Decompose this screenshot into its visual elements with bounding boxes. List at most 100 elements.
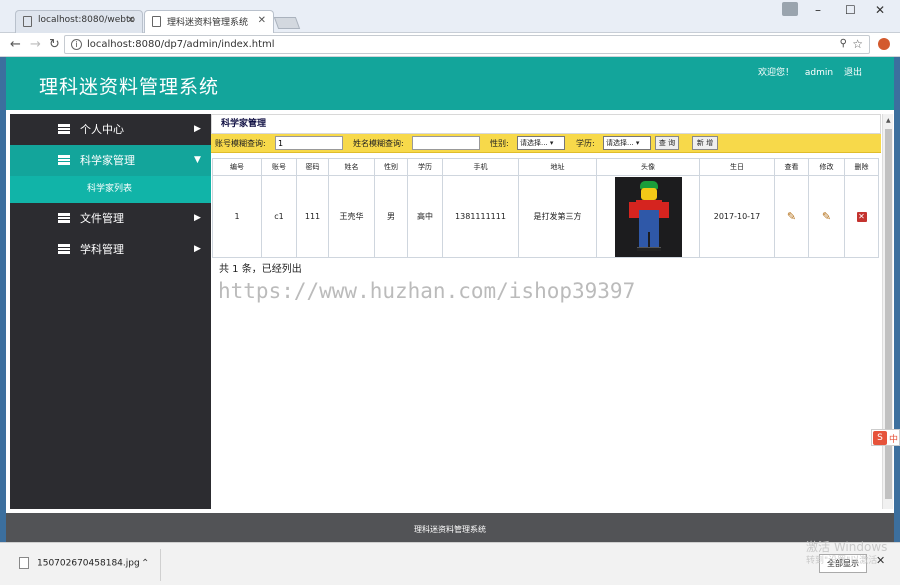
address-bar: ← → ↻ i localhost:8080/dp7/admin/index.h… bbox=[0, 33, 900, 57]
star-icon[interactable]: ☆ bbox=[852, 37, 863, 51]
cell-name: 王壳华 bbox=[328, 175, 375, 258]
cell-edit: ✎ bbox=[808, 175, 845, 258]
cell-address: 是打发第三方 bbox=[518, 175, 597, 258]
chevron-down-icon: ▼ bbox=[194, 155, 201, 165]
welcome-text: 欢迎您！ bbox=[758, 68, 795, 78]
column-header: 修改 bbox=[808, 158, 845, 176]
gender-select[interactable]: 请选择... ▾ bbox=[517, 136, 565, 150]
edit-pencil-icon[interactable]: ✎ bbox=[822, 210, 831, 223]
profile-icon[interactable] bbox=[782, 2, 798, 16]
column-header: 编号 bbox=[212, 158, 262, 176]
column-header: 手机 bbox=[442, 158, 519, 176]
app-title: 理科迷资料管理系统 bbox=[39, 76, 220, 98]
column-header: 删除 bbox=[844, 158, 879, 176]
sidebar-item-label: 学科管理 bbox=[80, 243, 124, 256]
sidebar-item-personal[interactable]: 个人中心 ▶ bbox=[10, 114, 211, 145]
sidebar-item-subjects[interactable]: 学科管理 ▶ bbox=[10, 234, 211, 265]
reload-icon[interactable]: ↻ bbox=[49, 37, 60, 52]
browser-tab-strip: localhost:8080/webto ✕ 理科迷资料管理系统 ✕ – ☐ ✕ bbox=[0, 0, 900, 33]
cell-gender: 男 bbox=[374, 175, 408, 258]
maximize-icon[interactable]: ☐ bbox=[845, 3, 856, 17]
scroll-up-icon[interactable]: ▲ bbox=[886, 117, 891, 124]
sidebar-item-scientists[interactable]: 科学家管理 ▼ bbox=[10, 145, 211, 176]
column-header: 生日 bbox=[699, 158, 775, 176]
image-file-icon bbox=[19, 557, 29, 569]
extension-icon[interactable] bbox=[878, 38, 890, 50]
download-item[interactable]: 150702670458184.jpg bbox=[19, 557, 140, 569]
chevron-right-icon: ▶ bbox=[194, 124, 201, 134]
minimize-icon[interactable]: – bbox=[815, 3, 821, 17]
browser-tab-2[interactable]: 理科迷资料管理系统 ✕ bbox=[144, 10, 274, 33]
table-header-row: 编号 账号 密码 姓名 性别 学历 手机 地址 头像 生日 查看 修改 删除 bbox=[212, 158, 879, 176]
column-header: 密码 bbox=[296, 158, 329, 176]
column-header: 查看 bbox=[774, 158, 809, 176]
avatar bbox=[614, 176, 682, 257]
column-header: 头像 bbox=[596, 158, 700, 176]
column-header: 姓名 bbox=[328, 158, 375, 176]
chevron-right-icon: ▶ bbox=[194, 213, 201, 223]
breadcrumb: 科学家管理 bbox=[211, 114, 881, 134]
forward-icon[interactable]: → bbox=[30, 37, 41, 52]
column-header: 性别 bbox=[374, 158, 408, 176]
cell-phone: 1381111111 bbox=[442, 175, 519, 258]
username-link[interactable]: admin bbox=[805, 68, 833, 78]
account-filter-label: 账号模糊查询: bbox=[215, 139, 266, 148]
add-button[interactable]: 新 增 bbox=[692, 136, 718, 150]
cell-birthday: 2017-10-17 bbox=[699, 175, 775, 258]
sidebar-item-label: 科学家管理 bbox=[80, 154, 135, 167]
close-icon[interactable]: ✕ bbox=[127, 15, 135, 26]
logout-link[interactable]: 退出 bbox=[844, 68, 862, 78]
chevron-up-icon[interactable]: ⌃ bbox=[141, 558, 149, 569]
total-count: 共 1 条，已经列出 bbox=[219, 264, 302, 275]
column-header: 学历 bbox=[407, 158, 443, 176]
delete-icon[interactable]: ✕ bbox=[856, 211, 867, 222]
sidebar-item-files[interactable]: 文件管理 ▶ bbox=[10, 203, 211, 234]
page-scrollbar[interactable]: ▲ bbox=[882, 114, 893, 509]
ime-toolbar[interactable]: S 中 bbox=[871, 429, 900, 446]
activation-title: 激活 Windows bbox=[806, 540, 888, 554]
browser-tab-title: localhost:8080/webto bbox=[38, 15, 136, 25]
url-input[interactable]: i localhost:8080/dp7/admin/index.html ⚲ … bbox=[64, 35, 870, 54]
download-filename: 150702670458184.jpg bbox=[37, 558, 140, 569]
menu-icon bbox=[58, 244, 70, 254]
cell-education: 高中 bbox=[407, 175, 443, 258]
cell-avatar bbox=[596, 175, 700, 258]
info-icon[interactable]: i bbox=[71, 39, 82, 50]
query-button[interactable]: 查 询 bbox=[655, 136, 679, 150]
sogou-icon: S bbox=[873, 431, 887, 445]
gender-filter-label: 性别: bbox=[490, 139, 509, 148]
key-icon[interactable]: ⚲ bbox=[840, 38, 847, 49]
cell-password: 111 bbox=[296, 175, 329, 258]
column-header: 账号 bbox=[261, 158, 297, 176]
menu-icon bbox=[58, 124, 70, 134]
ime-mode-label: 中 bbox=[889, 435, 899, 445]
page-icon bbox=[23, 16, 32, 27]
account-search-input[interactable] bbox=[275, 136, 343, 150]
new-tab-button[interactable] bbox=[273, 17, 301, 29]
window-close-icon[interactable]: ✕ bbox=[875, 3, 885, 17]
close-icon[interactable]: ✕ bbox=[258, 15, 266, 26]
page-icon bbox=[152, 16, 161, 27]
activation-subtitle: 转到"设置"以激活 bbox=[806, 556, 878, 566]
menu-icon bbox=[58, 155, 70, 165]
view-pencil-icon[interactable]: ✎ bbox=[787, 210, 796, 223]
browser-tab-title: 理科迷资料管理系统 bbox=[167, 18, 249, 28]
app-footer: 理科迷资料管理系统 bbox=[6, 513, 894, 542]
sidebar-subitem-scientist-list[interactable]: 科学家列表 bbox=[10, 176, 211, 203]
name-search-input[interactable] bbox=[412, 136, 480, 150]
watermark-text: https://www.huzhan.com/ishop39397 bbox=[218, 279, 636, 303]
cell-account: c1 bbox=[261, 175, 297, 258]
scientist-table: 编号 账号 密码 姓名 性别 学历 手机 地址 头像 生日 查看 修改 删除 1… bbox=[212, 158, 879, 258]
user-area: 欢迎您！ admin 退出 bbox=[750, 65, 862, 78]
column-header: 地址 bbox=[518, 158, 597, 176]
main-content: 科学家管理 账号模糊查询: 姓名模糊查询: 性别: 请选择... ▾ 学历: 请… bbox=[211, 114, 881, 509]
cell-view: ✎ bbox=[774, 175, 809, 258]
windows-activation-watermark: 激活 Windows 转到"设置"以激活 bbox=[806, 540, 887, 568]
back-icon[interactable]: ← bbox=[10, 37, 21, 52]
education-select[interactable]: 请选择... ▾ bbox=[603, 136, 651, 150]
app-header: 理科迷资料管理系统 欢迎您！ admin 退出 bbox=[6, 57, 894, 110]
url-text: localhost:8080/dp7/admin/index.html bbox=[87, 39, 275, 50]
browser-tab-1[interactable]: localhost:8080/webto ✕ bbox=[15, 10, 143, 33]
filter-bar: 账号模糊查询: 姓名模糊查询: 性别: 请选择... ▾ 学历: 请选择... … bbox=[211, 134, 881, 153]
divider bbox=[160, 549, 161, 581]
